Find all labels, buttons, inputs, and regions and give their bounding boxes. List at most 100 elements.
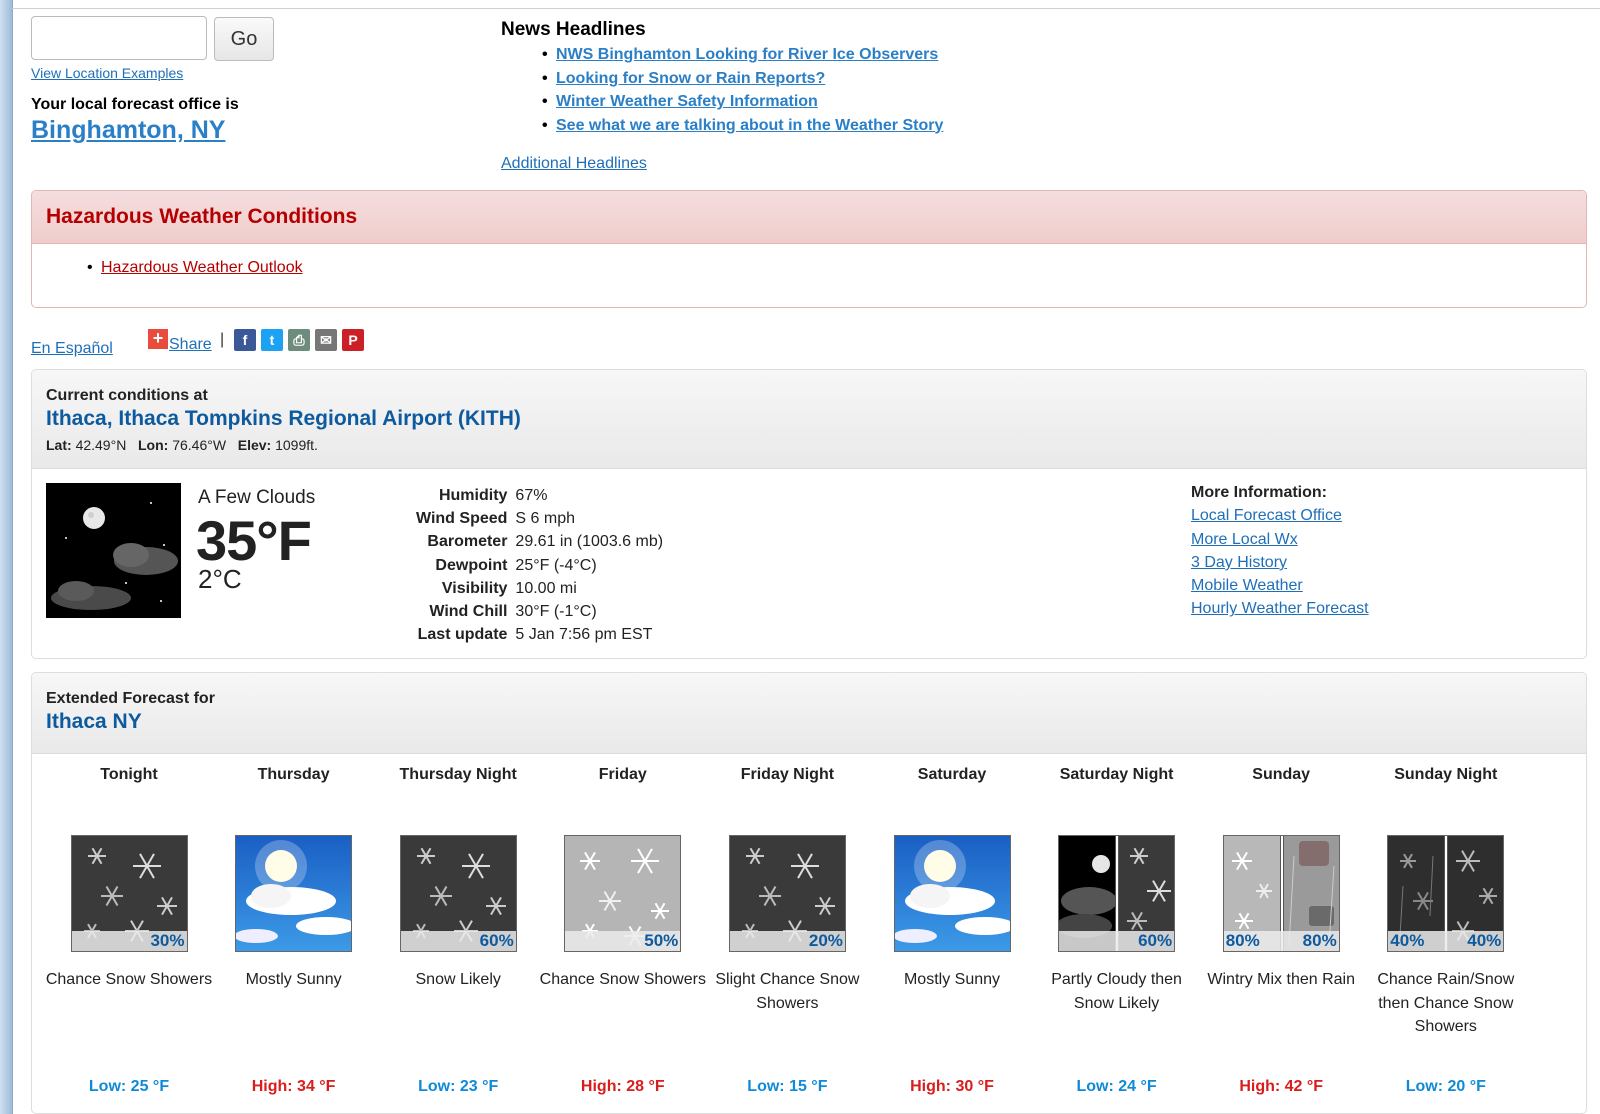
detail-label: Wind Chill [429,603,508,621]
snow-night-icon[interactable]: 30% [70,835,188,952]
current-temp-c: 2°C [198,564,242,594]
office-link[interactable]: Binghamton, NY [31,116,225,145]
email-icon[interactable]: ✉ [315,329,337,351]
low-temp: Low: 15 °F [747,1078,828,1095]
go-button[interactable]: Go [214,17,274,61]
period-description: Chance Rain/Snow then Chance Snow Shower… [1377,971,1515,1035]
period-name: Friday Night [740,766,835,783]
period-description: Mostly Sunny [245,971,342,988]
additional-headlines-link[interactable]: Additional Headlines [501,155,647,173]
sunny-icon[interactable] [893,835,1011,952]
news-headlines-title: News Headlines [501,19,646,40]
location-search-input[interactable] [31,16,207,60]
lat-label: Lat: [46,437,72,453]
hazard-panel: Hazardous Weather Conditions Hazardous W… [31,190,1587,308]
precip-chance: 80% [1302,931,1337,950]
news-link[interactable]: NWS Binghamton Looking for River Ice Obs… [556,46,938,63]
detail-label: Visibility [441,579,508,597]
period-name: Friday [598,766,647,783]
forecast-period: Tonight 30% Chance Snow Showers Low: 25 °F [45,763,213,1096]
precip-chance: 40% [1467,931,1502,950]
detail-row: Humidity 67% [412,484,667,507]
period-name: Tonight [100,766,158,783]
local-forecast-office-link[interactable]: Local Forecast Office [1191,507,1369,530]
detail-row: Last update 5 Jan 7:56 pm EST [412,624,667,647]
share-link[interactable]: Share [169,336,212,354]
facebook-icon[interactable]: f [234,329,256,351]
low-temp: Low: 25 °F [88,1078,170,1095]
period-description: Chance Snow Showers [45,971,213,988]
detail-value: 30°F (-1°C) [515,603,597,621]
en-espanol-link[interactable]: En Español [31,340,113,358]
conditions-details-table: Humidity 67% Wind Speed S 6 mph Barometer 2… [412,484,667,647]
news-item: Winter Weather Safety Information [542,93,943,117]
hazard-item: Hazardous Weather Outlook [87,259,303,277]
snow-night-icon[interactable]: 60% [399,835,517,952]
period-name: Thursday Night [399,766,517,783]
snow-day-icon[interactable]: 50% [564,835,682,952]
mobile-weather-link[interactable]: Mobile Weather [1191,577,1369,600]
share-plus-icon[interactable]: + [148,329,168,349]
forecast-period: Sunday Night 40% 40% Chance Rain/Snow then … [1362,763,1530,1096]
high-temp: High: 30 °F [910,1078,994,1095]
more-information: More Information: Local Forecast Office … [1191,484,1369,624]
forecast-period: Thursday Night 60% Snow Likely Low: 23 °F [374,763,542,1096]
detail-value: 10.00 mi [515,579,577,597]
period-name: Saturday [917,766,987,783]
detail-label: Last update [417,626,508,644]
news-link[interactable]: Winter Weather Safety Information [556,93,818,110]
period-description: Wintry Mix then Rain [1207,971,1355,988]
print-icon[interactable]: ⎙ [288,329,310,351]
forecast-period: Friday Night 20% Slight Chance Snow Shower… [703,763,871,1096]
high-temp: High: 34 °F [251,1078,336,1095]
detail-value: S 6 mph [515,509,576,527]
current-condition: A Few Clouds [198,487,316,508]
hourly-forecast-link[interactable]: Hourly Weather Forecast [1191,600,1369,623]
hazard-outlook-link[interactable]: Hazardous Weather Outlook [101,259,303,276]
top-rule [12,8,1600,9]
detail-value: 67% [515,486,548,504]
period-name: Saturday Night [1059,766,1174,783]
snow-night-icon[interactable]: 20% [728,835,846,952]
detail-label: Barometer [427,533,508,551]
extended-forecast-location: Ithaca NY [46,710,142,733]
period-description: Chance Snow Showers [539,971,706,988]
more-local-wx-link[interactable]: More Local Wx [1191,531,1369,554]
news-list: NWS Binghamton Looking for River Ice Obs… [542,46,943,141]
view-location-examples-link[interactable]: View Location Examples [31,65,183,81]
period-description: Mostly Sunny [903,971,1001,988]
cloudy-night-snow-icon[interactable]: 60% [1058,835,1176,952]
precip-chance-first: 40% [1390,931,1425,950]
detail-row: Dewpoint 25°F (-4°C) [412,554,667,577]
period-name: Thursday [257,766,330,783]
high-temp: High: 28 °F [580,1078,665,1095]
period-description: Partly Cloudy then Snow Likely [1051,971,1182,1012]
rain-snow-night-icon[interactable]: 40% 40% [1387,835,1505,952]
elev-label: Elev: [237,437,272,453]
forecast-period: Friday 50% Chance Snow Showers High: 28 °F [539,763,707,1096]
wintry-rain-icon[interactable]: 80% 80% [1222,835,1340,952]
more-information-title: More Information: [1191,484,1327,501]
detail-row: Wind Speed S 6 mph [412,507,667,530]
precip-chance: 60% [1138,931,1173,950]
few-clouds-night-icon [46,483,181,618]
news-link[interactable]: Looking for Snow or Rain Reports? [556,70,825,87]
twitter-icon[interactable]: t [261,329,283,351]
detail-value: 25°F (-4°C) [515,556,597,574]
precip-chance: 60% [479,931,514,950]
low-temp: Low: 23 °F [418,1078,499,1095]
sunny-icon[interactable] [235,835,353,952]
news-item: NWS Binghamton Looking for River Ice Obs… [542,46,943,70]
news-item: See what we are talking about in the Wea… [542,117,943,141]
pinterest-icon[interactable]: P [342,329,364,351]
current-conditions-header: Current conditions at Ithaca, Ithaca Tom… [32,370,1586,469]
three-day-history-link[interactable]: 3 Day History [1191,554,1369,577]
news-link[interactable]: See what we are talking about in the Wea… [556,117,943,134]
current-conditions-label: Current conditions at [46,387,208,404]
period-name: Sunday Night [1394,766,1498,783]
forecast-period: Saturday Mostly Sunny High: 30 °F [868,763,1036,1096]
station-name: Ithaca, Ithaca Tompkins Regional Airport… [46,407,521,430]
lat-value: 42.49°N [75,437,127,453]
hazard-title: Hazardous Weather Conditions [46,205,358,228]
precip-chance-first: 80% [1225,931,1260,950]
